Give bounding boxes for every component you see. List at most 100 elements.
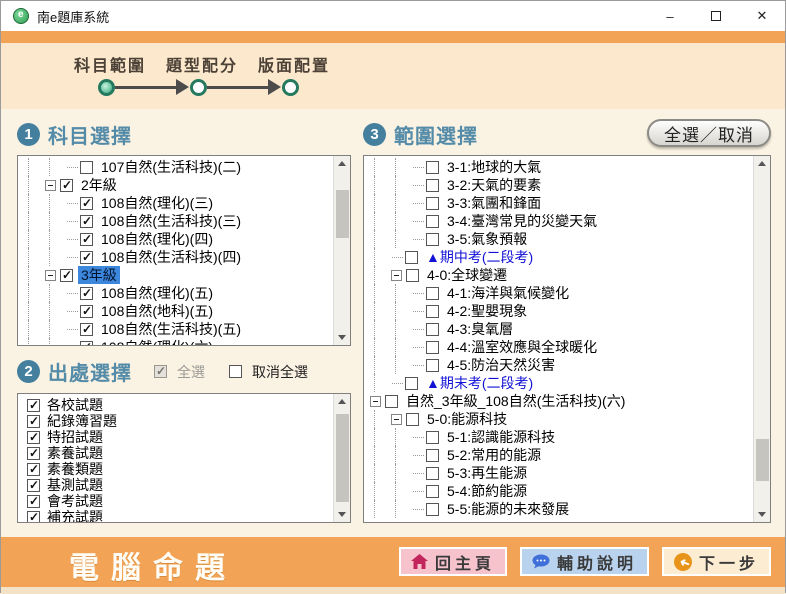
tree-item[interactable]: 5-2:常用的能源 (370, 446, 753, 464)
checkbox[interactable] (426, 431, 439, 444)
checkbox[interactable] (406, 269, 419, 282)
tree-item-label[interactable]: 3-3:氣團和鋒面 (444, 194, 544, 212)
checkbox[interactable] (80, 323, 93, 336)
tree-item-label[interactable]: 108自然(理化)(六) (98, 338, 216, 346)
tree-item[interactable]: 5-1:認識能源科技 (370, 428, 753, 446)
checkbox[interactable] (426, 161, 439, 174)
checkbox[interactable] (405, 251, 418, 264)
tree-item-label[interactable]: 108自然(生活科技)(四) (98, 248, 244, 266)
tree-item-label[interactable]: 3-4:臺灣常見的災變天氣 (444, 212, 600, 230)
checkbox[interactable] (426, 215, 439, 228)
expand-toggle[interactable] (45, 180, 56, 191)
checkbox[interactable] (80, 251, 93, 264)
checkbox[interactable] (27, 447, 40, 460)
tree-item[interactable]: 3-2:天氣的要素 (370, 176, 753, 194)
help-button[interactable]: 輔助說明 (520, 547, 649, 576)
tree-item[interactable]: 4-0:全球變遷 (370, 266, 753, 284)
checkbox[interactable] (426, 341, 439, 354)
tree-item-label[interactable]: 5-3:再生能源 (444, 464, 530, 482)
tree-item-label[interactable]: 5-5:能源的未來發展 (444, 500, 572, 518)
tree-item-label[interactable]: 5-2:常用的能源 (444, 446, 544, 464)
expand-toggle[interactable] (370, 396, 381, 407)
tree-item-label[interactable]: 5-0:能源科技 (424, 410, 510, 428)
tree-item[interactable]: 108自然(生活科技)(三) (24, 212, 333, 230)
checkbox[interactable] (27, 495, 40, 508)
checkbox[interactable] (27, 431, 40, 444)
checkbox[interactable] (27, 479, 40, 492)
tree-item[interactable]: ▲期末考(二段考) (370, 374, 753, 392)
scroll-up-icon[interactable] (754, 156, 770, 172)
tree-item-label[interactable]: 108自然(理化)(五) (98, 284, 216, 302)
scroll-down-icon[interactable] (334, 329, 350, 345)
tree-item[interactable]: 108自然(生活科技)(五) (24, 320, 333, 338)
tree-item[interactable]: 5-4:節約能源 (370, 482, 753, 500)
tree-item-label[interactable]: ▲期中考(二段考) (423, 248, 536, 266)
deselect-all-checkbox-box[interactable] (229, 365, 242, 378)
checkbox[interactable] (80, 341, 93, 347)
tree-item-label[interactable]: 108自然(理化)(三) (98, 194, 216, 212)
checkbox[interactable] (60, 179, 73, 192)
tree-item[interactable]: ▲期中考(二段考) (370, 248, 753, 266)
checkbox[interactable] (27, 399, 40, 412)
tree-item-label[interactable]: 107自然(生活科技)(二) (98, 158, 244, 176)
tree-item[interactable]: 108自然(理化)(四) (24, 230, 333, 248)
tree-item[interactable]: 自然_3年級_108自然(生活科技)(六) (370, 392, 753, 410)
select-all-checkbox[interactable]: 全選 (154, 362, 205, 382)
tree-item-label[interactable]: 2年級 (78, 176, 120, 194)
expand-toggle[interactable] (391, 414, 402, 425)
scrollbar-thumb[interactable] (336, 414, 349, 502)
checkbox[interactable] (60, 269, 73, 282)
scroll-up-icon[interactable] (334, 156, 350, 172)
checkbox[interactable] (426, 287, 439, 300)
checkbox[interactable] (405, 377, 418, 390)
scrollbar-thumb[interactable] (756, 439, 769, 481)
tree-item[interactable]: 3-4:臺灣常見的災變天氣 (370, 212, 753, 230)
checkbox[interactable] (80, 161, 93, 174)
home-button[interactable]: 回主頁 (399, 547, 507, 576)
tree-item-label[interactable]: ▲期末考(二段考) (423, 374, 536, 392)
scroll-down-icon[interactable] (334, 506, 350, 522)
expand-toggle[interactable] (391, 270, 402, 281)
tree-item-label[interactable]: 3年級 (78, 266, 120, 284)
checkbox[interactable] (426, 179, 439, 192)
list-item[interactable]: 補充試題 (24, 509, 333, 523)
tree-item[interactable]: 5-5:能源的未來發展 (370, 500, 753, 518)
checkbox[interactable] (426, 485, 439, 498)
tree-item-label[interactable]: 108自然(理化)(四) (98, 230, 216, 248)
tree-item[interactable]: 108自然(理化)(三) (24, 194, 333, 212)
checkbox[interactable] (385, 395, 398, 408)
tree-item-label[interactable]: 4-2:聖嬰現象 (444, 302, 530, 320)
tree-item-label[interactable]: 108自然(地科)(五) (98, 302, 216, 320)
tree-item[interactable]: 108自然(理化)(六) (24, 338, 333, 346)
minimize-button[interactable]: – (647, 1, 693, 31)
tree-item[interactable]: 3-5:氣象預報 (370, 230, 753, 248)
tree-item[interactable]: 2年級 (24, 176, 333, 194)
scroll-down-icon[interactable] (754, 506, 770, 522)
tree-item[interactable]: 108自然(地科)(五) (24, 302, 333, 320)
tree-item-label[interactable]: 5-4:節約能源 (444, 482, 530, 500)
tree-item-label[interactable]: 108自然(生活科技)(五) (98, 320, 244, 338)
tree-item-label[interactable]: 3-2:天氣的要素 (444, 176, 544, 194)
close-button[interactable]: ✕ (739, 1, 785, 31)
tree-item[interactable]: 108自然(生活科技)(四) (24, 248, 333, 266)
select-all-toggle-button[interactable]: 全選／取消 (647, 119, 771, 147)
checkbox[interactable] (406, 413, 419, 426)
tree-item[interactable]: 3-1:地球的大氣 (370, 158, 753, 176)
checkbox[interactable] (426, 305, 439, 318)
tree-item[interactable]: 4-4:溫室效應與全球暖化 (370, 338, 753, 356)
tree-item-label[interactable]: 3-1:地球的大氣 (444, 158, 544, 176)
checkbox[interactable] (27, 463, 40, 476)
checkbox[interactable] (426, 449, 439, 462)
tree-item-label[interactable]: 5-1:認識能源科技 (444, 428, 558, 446)
checkbox[interactable] (426, 503, 439, 516)
tree-item-label[interactable]: 4-4:溫室效應與全球暖化 (444, 338, 600, 356)
tree-item[interactable]: 5-0:能源科技 (370, 410, 753, 428)
maximize-button[interactable] (693, 1, 739, 31)
scrollbar-thumb[interactable] (336, 190, 349, 238)
tree-item-label[interactable]: 3-5:氣象預報 (444, 230, 530, 248)
checkbox[interactable] (80, 305, 93, 318)
subject-tree-scrollbar[interactable] (333, 156, 350, 345)
checkbox[interactable] (80, 215, 93, 228)
tree-item-label[interactable]: 4-3:臭氧層 (444, 320, 516, 338)
tree-item[interactable]: 3-3:氣團和鋒面 (370, 194, 753, 212)
